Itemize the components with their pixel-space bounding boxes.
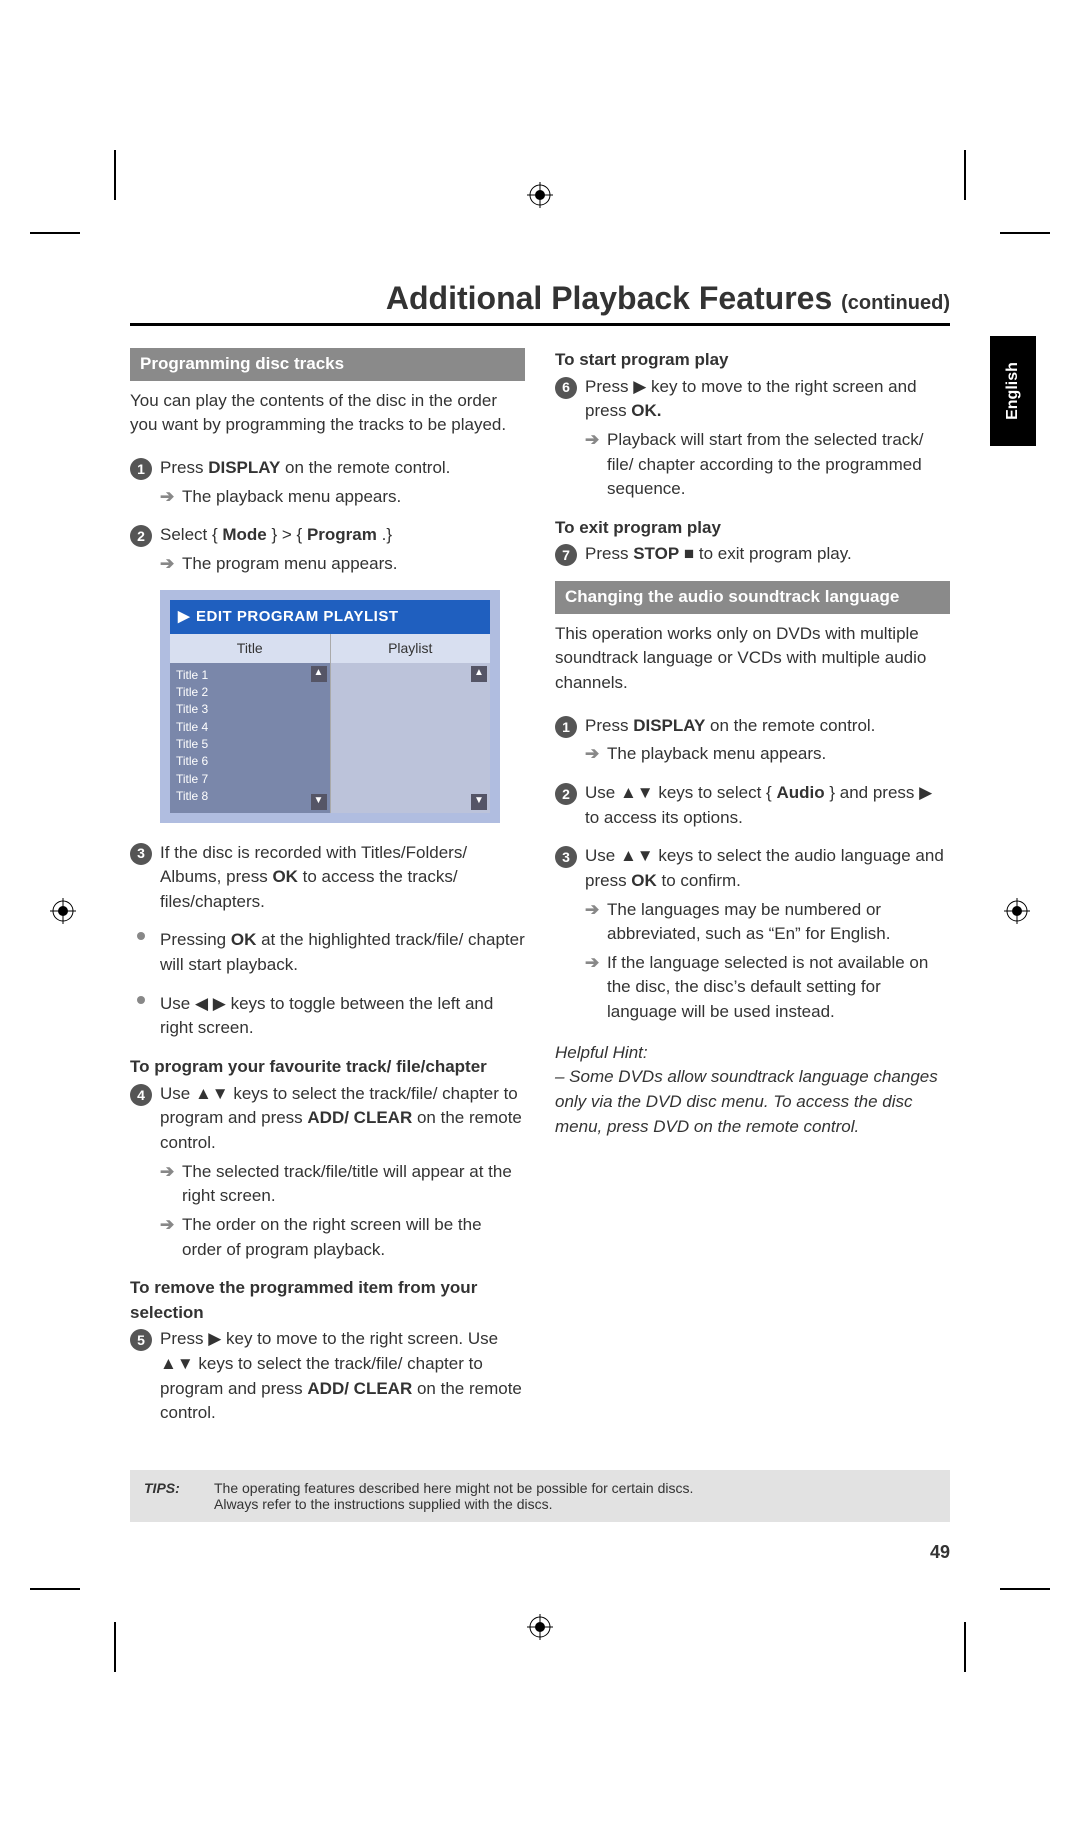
- registration-mark-icon: [527, 182, 553, 208]
- result-arrow-icon: ➔: [160, 552, 178, 577]
- right-key-icon: [919, 783, 932, 802]
- right-column: To start program play 6 Press key to mov…: [555, 348, 950, 1440]
- list-item: Title 5: [176, 736, 324, 753]
- down-key-icon: [177, 1354, 194, 1373]
- scroll-up-icon: ▲: [471, 666, 487, 682]
- list-item: Title 4: [176, 719, 324, 736]
- step-number-icon: 7: [555, 544, 577, 566]
- step-2: 2 Select { Mode } > { Program .} ➔The pr…: [130, 523, 525, 576]
- step-r3: 3 Use keys to select the audio language …: [555, 844, 950, 1024]
- bullet-icon: [130, 996, 152, 1004]
- up-key-icon: [195, 1084, 212, 1103]
- right-key-icon: [208, 1329, 221, 1348]
- step-number-icon: 3: [555, 846, 577, 868]
- step-r1: 1 Press DISPLAY on the remote control. ➔…: [555, 714, 950, 767]
- step-number-icon: 4: [130, 1084, 152, 1106]
- result-arrow-icon: ➔: [585, 742, 603, 767]
- step-number-icon: 1: [555, 716, 577, 738]
- step-r2: 2 Use keys to select { Audio } and press…: [555, 781, 950, 830]
- up-key-icon: [620, 846, 637, 865]
- result-arrow-icon: ➔: [160, 485, 178, 510]
- page-title: Additional Playback Features (continued): [130, 280, 950, 326]
- list-item: Title 1: [176, 667, 324, 684]
- page-number: 49: [130, 1542, 950, 1563]
- crop-mark: [114, 150, 116, 200]
- right-key-icon: [633, 377, 646, 396]
- step-number-icon: 3: [130, 843, 152, 865]
- tips-box: TIPS: The operating features described h…: [130, 1470, 950, 1522]
- registration-mark-icon: [1004, 898, 1030, 924]
- step-1: 1 Press DISPLAY on the remote control. ➔…: [130, 456, 525, 509]
- step-number-icon: 5: [130, 1329, 152, 1351]
- scroll-down-icon: ▼: [471, 794, 487, 810]
- list-item: Title 3: [176, 701, 324, 718]
- col-playlist: Playlist: [331, 634, 491, 662]
- step-6: 6 Press key to move to the right screen …: [555, 375, 950, 502]
- bullet-item: Pressing OK at the highlighted track/fil…: [130, 928, 525, 977]
- panel-columns: Title Playlist: [170, 634, 490, 662]
- scroll-up-icon: ▲: [311, 666, 327, 682]
- left-column: Programming disc tracks You can play the…: [130, 348, 525, 1440]
- crop-mark: [30, 1588, 80, 1590]
- step-number-icon: 6: [555, 377, 577, 399]
- step-5: 5 Press key to move to the right screen.…: [130, 1327, 525, 1426]
- subheading: To remove the programmed item from your …: [130, 1276, 525, 1325]
- list-item: Title 7: [176, 771, 324, 788]
- title-list: ▲ Title 1 Title 2 Title 3 Title 4 Title …: [170, 663, 331, 813]
- helpful-hint: Helpful Hint: – Some DVDs allow soundtra…: [555, 1041, 950, 1140]
- crop-mark: [964, 150, 966, 200]
- down-key-icon: [637, 783, 654, 802]
- crop-mark: [1000, 1588, 1050, 1590]
- registration-mark-icon: [50, 898, 76, 924]
- bullet-item: Use keys to toggle between the left and …: [130, 992, 525, 1041]
- result-arrow-icon: ➔: [585, 898, 603, 923]
- step-7: 7 Press STOP to exit program play.: [555, 542, 950, 567]
- intro-text: You can play the contents of the disc in…: [130, 389, 525, 438]
- result-arrow-icon: ➔: [585, 428, 603, 453]
- up-key-icon: [620, 783, 637, 802]
- play-triangle-icon: [178, 608, 190, 625]
- crop-mark: [964, 1622, 966, 1672]
- col-title: Title: [170, 634, 331, 662]
- tips-label: TIPS:: [144, 1480, 214, 1512]
- list-item: Title 6: [176, 753, 324, 770]
- section-heading-programming: Programming disc tracks: [130, 348, 525, 381]
- intro-text: This operation works only on DVDs with m…: [555, 622, 950, 696]
- result-arrow-icon: ➔: [160, 1213, 178, 1238]
- right-key-icon: [213, 994, 226, 1013]
- step-number-icon: 2: [555, 783, 577, 805]
- step-3: 3 If the disc is recorded with Titles/Fo…: [130, 841, 525, 915]
- subheading: To program your favourite track/ file/ch…: [130, 1055, 525, 1080]
- crop-mark: [1000, 232, 1050, 234]
- list-item: Title 2: [176, 684, 324, 701]
- crop-mark: [114, 1622, 116, 1672]
- registration-mark-icon: [527, 1614, 553, 1640]
- tips-text: The operating features described here mi…: [214, 1480, 936, 1512]
- down-key-icon: [212, 1084, 229, 1103]
- subheading: To exit program play: [555, 516, 950, 541]
- scroll-down-icon: ▼: [311, 794, 327, 810]
- result-arrow-icon: ➔: [585, 951, 603, 976]
- panel-title: EDIT PROGRAM PLAYLIST: [170, 600, 490, 634]
- page-content: Additional Playback Features (continued)…: [130, 280, 950, 1563]
- stop-key-icon: [684, 544, 694, 563]
- bullet-icon: [130, 932, 152, 940]
- section-heading-audio: Changing the audio soundtrack language: [555, 581, 950, 614]
- step-number-icon: 1: [130, 458, 152, 480]
- step-4: 4 Use keys to select the track/file/ cha…: [130, 1082, 525, 1262]
- language-tab: English: [990, 336, 1036, 446]
- playlist-list: ▲ ▼: [331, 663, 491, 813]
- list-item: Title 8: [176, 788, 324, 805]
- step-number-icon: 2: [130, 525, 152, 547]
- subheading: To start program play: [555, 348, 950, 373]
- edit-program-playlist-panel: EDIT PROGRAM PLAYLIST Title Playlist ▲ T…: [160, 590, 500, 822]
- down-key-icon: [637, 846, 654, 865]
- up-key-icon: [160, 1354, 177, 1373]
- result-arrow-icon: ➔: [160, 1160, 178, 1185]
- crop-mark: [30, 232, 80, 234]
- left-key-icon: [195, 994, 208, 1013]
